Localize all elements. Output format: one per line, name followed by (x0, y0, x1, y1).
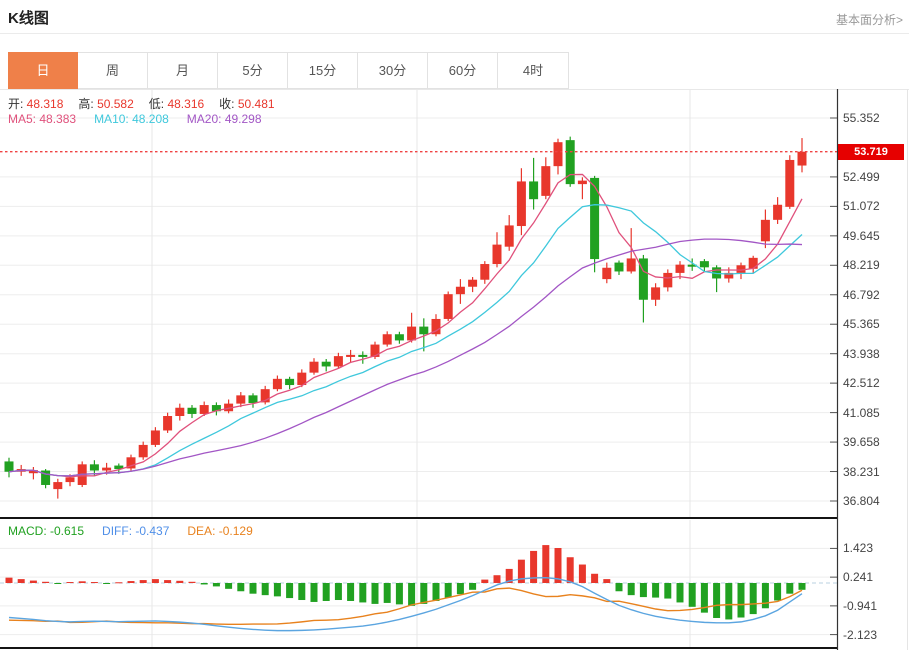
macd-legend-item-2-value: -0.437 (132, 524, 170, 538)
period-tabbar: 日周月 5分 15分 30分 60分 4时 (8, 52, 569, 89)
price-tick-label: 48.219 (843, 258, 880, 272)
price-tick-label: 36.804 (843, 494, 880, 508)
ma-legend-item-1-value: 48.383 (36, 112, 77, 126)
ohlc-high-value: 50.582 (93, 97, 134, 111)
macd-legend-item-1: MACD: -0.615 (8, 524, 84, 538)
period-tab-3[interactable]: 月 (148, 53, 218, 88)
macd-legend: MACD: -0.615 DIFF: -0.437 DEA: -0.129 (8, 524, 253, 538)
ohlc-low: 低: 48.316 (149, 95, 204, 112)
macd-legend-item-3: DEA: -0.129 (187, 524, 252, 538)
macd-legend-item-3-label: DEA: (187, 524, 216, 538)
ohlc-open-label: 开: (8, 97, 24, 111)
period-tab-8[interactable]: 4时 (498, 53, 568, 88)
ma-legend-item-3-value: 49.298 (221, 112, 262, 126)
price-tick-label: 42.512 (843, 376, 880, 390)
price-tick-label: 55.352 (843, 111, 880, 125)
ma-legend-item-2: MA10: 48.208 (94, 112, 169, 126)
ohlc-legend: 开: 48.318 高: 50.582 低: 48.316 收: 50.481 (8, 95, 275, 112)
right-border (907, 89, 908, 650)
price-tick-label: 45.365 (843, 317, 880, 331)
price-tick-label: 51.072 (843, 199, 880, 213)
price-tick-label: 41.085 (843, 406, 880, 420)
kline-chart-canvas[interactable] (0, 89, 909, 650)
macd-legend-item-2-label: DIFF: (102, 524, 133, 538)
fundamental-analysis-link[interactable]: 基本面分析> (836, 11, 903, 28)
current-price-badge: 53.719 (838, 144, 904, 160)
ma-legend-item-3: MA20: 49.298 (187, 112, 262, 126)
period-tab-1[interactable]: 日 (8, 52, 78, 89)
ohlc-high-label: 高: (78, 97, 94, 111)
price-tick-label: 46.792 (843, 288, 880, 302)
price-tick-label: 39.658 (843, 435, 880, 449)
ohlc-low-label: 低: (148, 97, 165, 111)
macd-legend-item-1-value: -0.615 (46, 524, 85, 538)
macd-tick-label: -2.123 (843, 628, 878, 642)
ma-legend-item-2-label: MA10: (94, 112, 129, 126)
ohlc-open-value: 48.318 (23, 97, 64, 111)
period-tab-6[interactable]: 30分 (358, 53, 428, 88)
period-tab-5[interactable]: 15分 (288, 53, 358, 88)
ma-legend-item-1: MA5: 48.383 (8, 112, 76, 126)
header-divider (0, 33, 909, 34)
price-tick-label: 38.231 (843, 465, 880, 479)
kline-widget: K线图 基本面分析> 日周月 5分 15分 30分 60分 4时 开: 48.318 高: … (0, 0, 909, 650)
period-tab-7[interactable]: 60分 (428, 53, 498, 88)
macd-tick-label: 0.241 (843, 570, 874, 584)
macd-legend-item-2: DIFF: -0.437 (102, 524, 169, 538)
price-tick-label: 43.938 (843, 347, 880, 361)
ohlc-close-label: 收: (219, 97, 235, 111)
ma-legend-item-3-label: MA20: (186, 112, 222, 126)
price-tick-label: 52.499 (843, 170, 880, 184)
macd-tick-label: -0.941 (843, 599, 878, 613)
macd-legend-item-1-label: MACD: (8, 524, 47, 538)
ma-legend-item-1-label: MA5: (8, 112, 37, 126)
period-tab-4[interactable]: 5分 (218, 53, 288, 88)
page-title: K线图 (8, 10, 49, 27)
ohlc-close: 收: 50.481 (219, 95, 274, 112)
period-tab-2[interactable]: 周 (78, 53, 148, 88)
price-tick-label: 49.645 (843, 229, 880, 243)
macd-legend-item-3-value: -0.129 (215, 524, 253, 538)
ma-legend-item-2-value: 48.208 (128, 112, 169, 126)
macd-tick-label: 1.423 (843, 541, 874, 555)
ma-legend: MA5: 48.383 MA10: 48.208 MA20: 49.298 (8, 112, 262, 126)
ohlc-high: 高: 50.582 (78, 95, 133, 112)
ohlc-open: 开: 48.318 (8, 95, 63, 112)
ohlc-close-value: 50.481 (234, 97, 275, 111)
ohlc-low-value: 48.316 (164, 97, 205, 111)
